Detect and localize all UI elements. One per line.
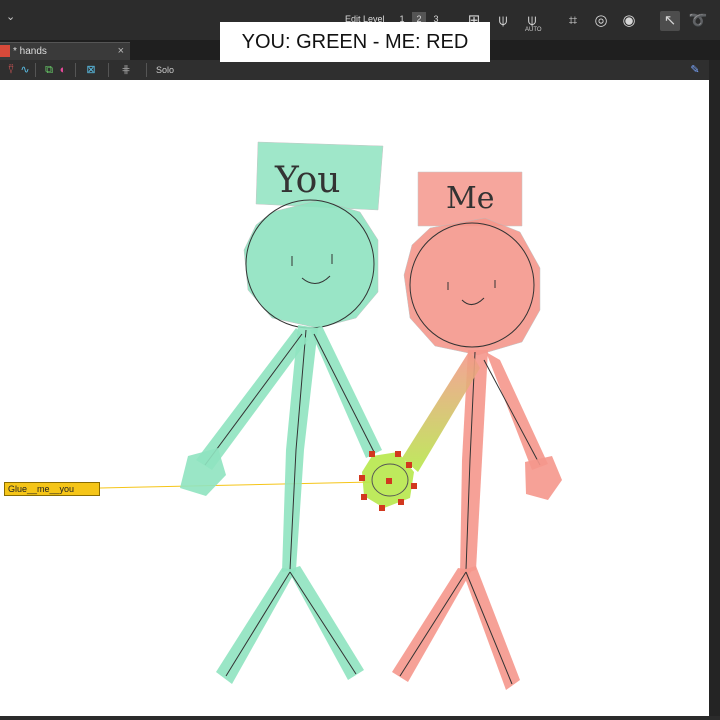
- me-handwritten-text: Me: [446, 181, 494, 216]
- me-right-arm-line: [483, 359, 541, 466]
- you-leg-lines: [225, 571, 357, 677]
- you-left-leg: [216, 568, 296, 684]
- glue-handle[interactable]: [406, 462, 412, 468]
- glue-label-tag[interactable]: Glue__me__you: [4, 482, 100, 496]
- glue-handle[interactable]: [369, 451, 375, 457]
- you-left-hand: [180, 448, 226, 496]
- glue-handle[interactable]: [411, 483, 417, 489]
- stick-figures-drawing: Me You: [99, 141, 562, 690]
- me-right-arm: [486, 352, 548, 470]
- glue-handle[interactable]: [395, 451, 401, 457]
- glue-handle[interactable]: [359, 475, 365, 481]
- glue-handle[interactable]: [361, 494, 367, 500]
- figure-me[interactable]: Me: [392, 171, 562, 690]
- glue-handle[interactable]: [379, 505, 385, 511]
- me-right-hand: [525, 456, 562, 500]
- glue-handle[interactable]: [398, 499, 404, 505]
- you-handwritten-text: You: [274, 160, 341, 201]
- figure-you[interactable]: You: [180, 141, 384, 684]
- overlay-title: YOU: GREEN - ME: RED: [220, 22, 490, 62]
- glue-handle[interactable]: [386, 478, 392, 484]
- you-right-arm: [310, 326, 382, 458]
- you-right-leg: [288, 566, 364, 680]
- me-head: [403, 217, 541, 356]
- you-right-arm-line: [313, 333, 375, 453]
- glue-connector-line: [99, 481, 373, 489]
